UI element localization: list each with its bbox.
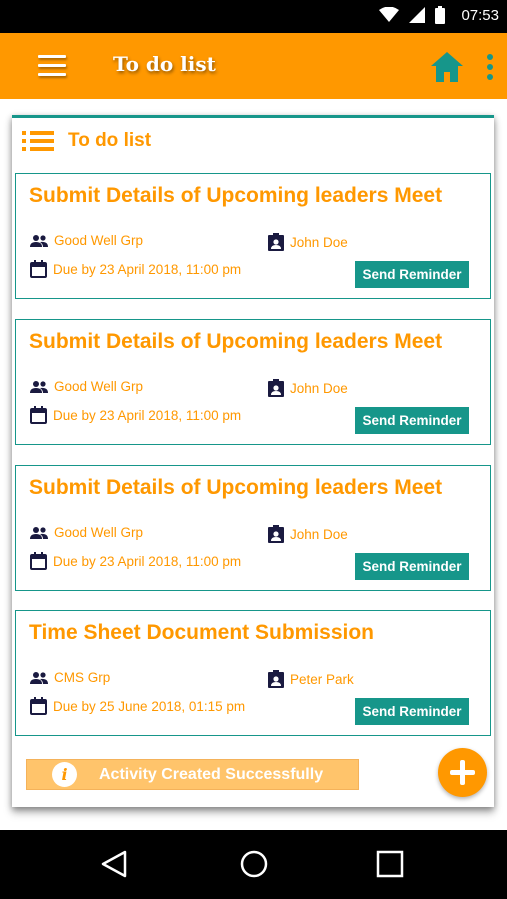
task-due-label: Due by 23 April 2018, 11:00 pm <box>53 553 242 569</box>
task-group-label: CMS Grp <box>54 670 111 685</box>
assignee-icon <box>268 670 284 688</box>
calendar-icon <box>30 552 47 570</box>
task-group-label: Good Well Grp <box>54 525 144 540</box>
send-reminder-button[interactable]: Send Reminder <box>355 261 469 288</box>
recents-icon[interactable] <box>376 850 404 878</box>
task-assignee: Peter Park <box>268 670 354 688</box>
task-card[interactable]: Submit Details of Upcoming leaders Meet … <box>15 319 491 445</box>
signal-icon <box>409 7 426 23</box>
task-assignee-label: Peter Park <box>290 671 354 687</box>
home-icon[interactable] <box>430 51 464 83</box>
success-toast: i Activity Created Successfully <box>26 759 359 790</box>
task-card[interactable]: Submit Details of Upcoming leaders Meet … <box>15 173 491 299</box>
task-group: Good Well Grp <box>30 233 143 248</box>
status-bar: 07:53 <box>0 0 507 33</box>
back-icon[interactable] <box>100 850 128 878</box>
assignee-icon <box>268 379 284 397</box>
menu-icon[interactable] <box>38 55 66 77</box>
task-group: CMS Grp <box>30 670 110 685</box>
task-title: Submit Details of Upcoming leaders Meet <box>29 184 443 207</box>
home-circle-icon[interactable] <box>240 850 268 878</box>
task-title: Time Sheet Document Submission <box>29 621 375 644</box>
group-icon <box>30 234 48 247</box>
content-area: To do list Submit Details of Upcoming le… <box>0 99 507 830</box>
task-title: Submit Details of Upcoming leaders Meet <box>29 330 443 353</box>
app-title: To do list <box>113 52 216 76</box>
navigation-bar <box>0 830 507 899</box>
task-assignee: John Doe <box>268 525 348 543</box>
assignee-icon <box>268 233 284 251</box>
send-reminder-button[interactable]: Send Reminder <box>355 407 469 434</box>
task-card[interactable]: Submit Details of Upcoming leaders Meet … <box>15 465 491 591</box>
task-assignee-label: John Doe <box>290 234 348 250</box>
battery-icon <box>435 6 446 24</box>
task-due: Due by 23 April 2018, 11:00 pm <box>30 552 241 570</box>
send-reminder-button[interactable]: Send Reminder <box>355 553 469 580</box>
status-time: 07:53 <box>461 6 499 24</box>
task-assignee: John Doe <box>268 379 348 397</box>
task-card[interactable]: Time Sheet Document Submission CMS Grp P… <box>15 610 491 736</box>
more-vert-icon[interactable] <box>484 53 496 81</box>
toast-message: Activity Created Successfully <box>99 765 324 783</box>
task-due-label: Due by 25 June 2018, 01:15 pm <box>53 698 246 714</box>
task-due: Due by 23 April 2018, 11:00 pm <box>30 406 241 424</box>
group-icon <box>30 526 48 539</box>
task-due: Due by 23 April 2018, 11:00 pm <box>30 260 241 278</box>
calendar-icon <box>30 260 47 278</box>
task-group: Good Well Grp <box>30 525 143 540</box>
task-title: Submit Details of Upcoming leaders Meet <box>29 476 443 499</box>
panel-header: To do list <box>22 126 151 156</box>
send-reminder-button[interactable]: Send Reminder <box>355 698 469 725</box>
group-icon <box>30 671 48 684</box>
calendar-icon <box>30 406 47 424</box>
assignee-icon <box>268 525 284 543</box>
group-icon <box>30 380 48 393</box>
task-group-label: Good Well Grp <box>54 233 144 248</box>
task-assignee-label: John Doe <box>290 526 348 542</box>
task-group-label: Good Well Grp <box>54 379 144 394</box>
list-icon <box>22 131 54 151</box>
panel-title: To do list <box>68 130 152 151</box>
info-icon: i <box>52 762 77 787</box>
calendar-icon <box>30 697 47 715</box>
task-group: Good Well Grp <box>30 379 143 394</box>
task-due-label: Due by 23 April 2018, 11:00 pm <box>53 407 242 423</box>
task-assignee: John Doe <box>268 233 348 251</box>
task-due-label: Due by 23 April 2018, 11:00 pm <box>53 261 242 277</box>
task-assignee-label: John Doe <box>290 380 348 396</box>
add-task-button[interactable] <box>438 748 487 797</box>
todo-panel: To do list Submit Details of Upcoming le… <box>12 115 494 807</box>
wifi-icon <box>379 7 400 22</box>
task-due: Due by 25 June 2018, 01:15 pm <box>30 697 245 715</box>
app-bar: To do list <box>0 33 507 99</box>
